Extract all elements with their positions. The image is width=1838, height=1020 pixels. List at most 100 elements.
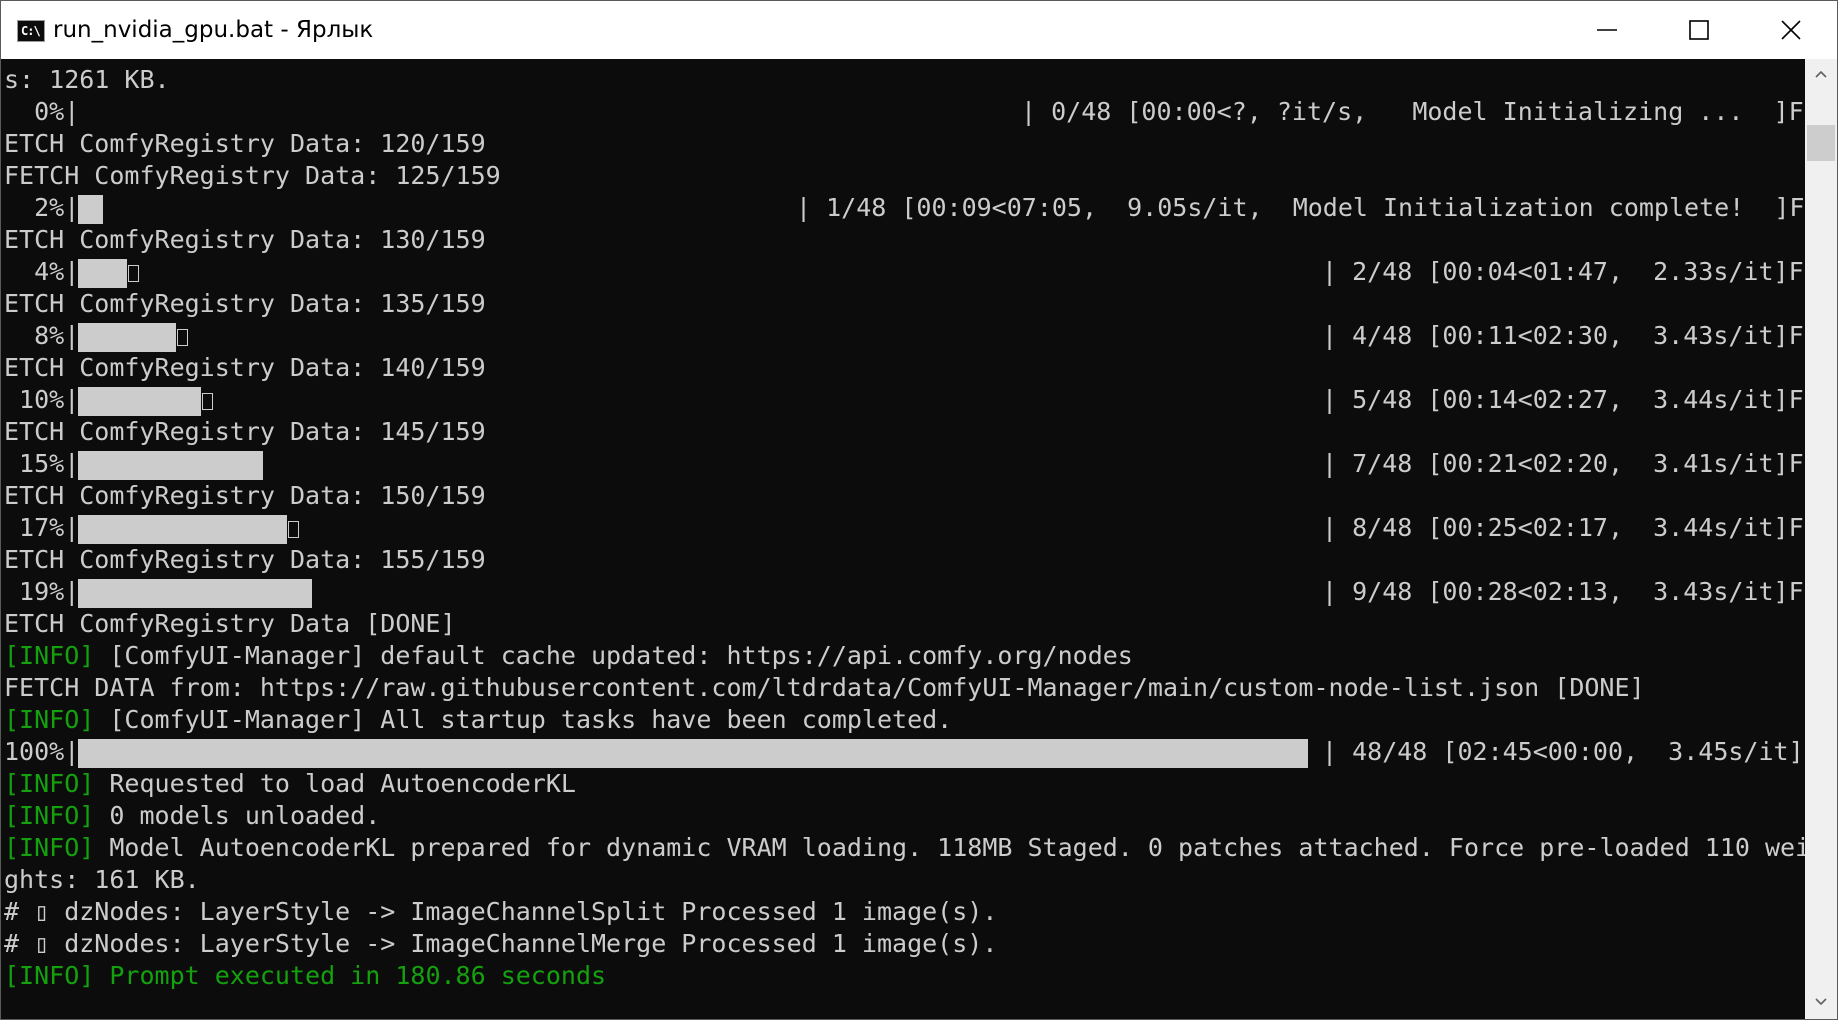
log-text: Prompt executed in 180.86 seconds <box>94 961 607 990</box>
minimize-button[interactable] <box>1561 1 1653 59</box>
maximize-icon <box>1689 20 1709 40</box>
progress-line: 10%| | 5/48 [00:14<02:27, 3.44s/it]F <box>4 384 1804 416</box>
minimize-icon <box>1597 29 1617 31</box>
progress-bar-fill <box>78 259 127 288</box>
log-text: ETCH ComfyRegistry Data: 150/159 <box>4 481 486 510</box>
info-log-line: [INFO] [ComfyUI-Manager] All startup tas… <box>4 704 1804 736</box>
info-tag: [INFO] <box>4 705 95 734</box>
progress-stats: | 7/48 [00:21<02:20, 3.41s/it]F <box>1322 449 1804 478</box>
log-line: FETCH DATA from: https://raw.githubuserc… <box>4 672 1804 704</box>
log-text: ETCH ComfyRegistry Data: 140/159 <box>4 353 486 382</box>
progress-bar-fill <box>78 387 201 416</box>
log-text: ghts: 161 KB. <box>4 865 200 894</box>
progress-bar-fill <box>78 579 312 608</box>
info-tag: [INFO] <box>4 769 95 798</box>
vertical-scrollbar[interactable] <box>1805 59 1837 1019</box>
info-tag: [INFO] <box>4 801 95 830</box>
log-line: ETCH ComfyRegistry Data [DONE] <box>4 608 1804 640</box>
progress-line: 19%| | 9/48 [00:28<02:13, 3.43s/it]F <box>4 576 1804 608</box>
cmd-app-icon[interactable]: C:\ <box>17 20 45 42</box>
progress-percent: 100%| <box>4 737 80 766</box>
scroll-thumb[interactable] <box>1807 125 1835 161</box>
log-line: ETCH ComfyRegistry Data: 145/159 <box>4 416 1804 448</box>
log-text: # ▯ dzNodes: LayerStyle -> ImageChannelM… <box>4 929 998 958</box>
progress-percent: 0%| <box>4 97 80 126</box>
log-line: ETCH ComfyRegistry Data: 130/159 <box>4 224 1804 256</box>
log-line: # ▯ dzNodes: LayerStyle -> ImageChannelM… <box>4 928 1804 960</box>
log-text: # ▯ dzNodes: LayerStyle -> ImageChannelS… <box>4 897 998 926</box>
info-log-line: [INFO] [ComfyUI-Manager] default cache u… <box>4 640 1804 672</box>
log-line: ETCH ComfyRegistry Data: 150/159 <box>4 480 1804 512</box>
progress-line: 15%| | 7/48 [00:21<02:20, 3.41s/it]F <box>4 448 1804 480</box>
progress-stats: | 5/48 [00:14<02:27, 3.44s/it]F <box>1322 385 1804 414</box>
scroll-down-button[interactable] <box>1805 987 1837 1019</box>
progress-percent: 8%| <box>4 321 80 350</box>
progress-line: 4%| | 2/48 [00:04<01:47, 2.33s/it]F <box>4 256 1804 288</box>
progress-percent: 10%| <box>4 385 80 414</box>
progress-stats: | 2/48 [00:04<01:47, 2.33s/it]F <box>1322 257 1804 286</box>
info-tag: [INFO] <box>4 961 95 990</box>
progress-line: 2%| | 1/48 [00:09<07:05, 9.05s/it, Model … <box>4 192 1804 224</box>
scroll-up-arrow-icon <box>1815 70 1827 78</box>
progress-line: 17%| | 8/48 [00:25<02:17, 3.44s/it]F <box>4 512 1804 544</box>
log-text: Model AutoencoderKL prepared for dynamic… <box>94 833 1811 862</box>
log-line: ghts: 161 KB. <box>4 864 1804 896</box>
console-window: C:\ run_nvidia_gpu.bat - Ярлык s: 1261 K… <box>0 0 1838 1020</box>
log-text: ETCH ComfyRegistry Data: 145/159 <box>4 417 486 446</box>
progress-line: 0%| | 0/48 [00:00<?, ?it/s, Model Initial… <box>4 96 1804 128</box>
progress-stats: | 48/48 [02:45<00:00, 3.45s/it] <box>1322 737 1804 766</box>
progress-percent: 17%| <box>4 513 80 542</box>
title-bar[interactable]: C:\ run_nvidia_gpu.bat - Ярлык <box>1 1 1837 59</box>
progress-percent: 15%| <box>4 449 80 478</box>
progress-percent: 4%| <box>4 257 80 286</box>
log-line: s: 1261 KB. <box>4 64 1804 96</box>
log-text: ETCH ComfyRegistry Data: 155/159 <box>4 545 486 574</box>
close-icon <box>1781 20 1801 40</box>
log-text: Requested to load AutoencoderKL <box>94 769 576 798</box>
progress-bar-fill <box>78 739 1308 768</box>
cmd-app-icon-text: C:\ <box>21 24 41 38</box>
progress-percent: 19%| <box>4 577 80 606</box>
info-log-line: [INFO] Requested to load AutoencoderKL <box>4 768 1804 800</box>
log-line: ETCH ComfyRegistry Data: 120/159 <box>4 128 1804 160</box>
log-text: 0 models unloaded. <box>94 801 381 830</box>
info-tag: [INFO] <box>4 641 95 670</box>
log-text: ETCH ComfyRegistry Data: 130/159 <box>4 225 486 254</box>
close-button[interactable] <box>1745 1 1837 59</box>
maximize-button[interactable] <box>1653 1 1745 59</box>
log-text: [ComfyUI-Manager] All startup tasks have… <box>94 705 953 734</box>
progress-line: 100%| | 48/48 [02:45<00:00, 3.45s/it] <box>4 736 1804 768</box>
info-tag: [INFO] <box>4 833 95 862</box>
log-text: s: 1261 KB. <box>4 65 170 94</box>
info-log-line: [INFO] Model AutoencoderKL prepared for … <box>4 832 1810 864</box>
progress-stats: | 0/48 [00:00<?, ?it/s, Model Initializi… <box>1021 97 1804 126</box>
missing-glyph-box <box>128 265 139 282</box>
progress-stats: | 1/48 [00:09<07:05, 9.05s/it, Model Ini… <box>796 193 1805 222</box>
log-text: ETCH ComfyRegistry Data [DONE] <box>4 609 456 638</box>
log-text: ETCH ComfyRegistry Data: 135/159 <box>4 289 486 318</box>
progress-bar-fill <box>78 323 176 352</box>
missing-glyph-box <box>177 329 188 346</box>
log-text: FETCH ComfyRegistry Data: 125/159 <box>4 161 501 190</box>
progress-stats: | 8/48 [00:25<02:17, 3.44s/it]F <box>1322 513 1804 542</box>
missing-glyph-box <box>202 393 213 410</box>
log-line: # ▯ dzNodes: LayerStyle -> ImageChannelS… <box>4 896 1804 928</box>
log-text: FETCH DATA from: https://raw.githubuserc… <box>4 673 1645 702</box>
progress-bar-fill <box>78 515 287 544</box>
progress-line: 8%| | 4/48 [00:11<02:30, 3.43s/it]F <box>4 320 1804 352</box>
progress-percent: 2%| <box>4 193 80 222</box>
window-title: run_nvidia_gpu.bat - Ярлык <box>53 17 374 43</box>
log-line: ETCH ComfyRegistry Data: 135/159 <box>4 288 1804 320</box>
log-text: [ComfyUI-Manager] default cache updated:… <box>94 641 1133 670</box>
progress-stats: | 4/48 [00:11<02:30, 3.43s/it]F <box>1322 321 1804 350</box>
console-output[interactable]: s: 1261 KB. 0%| | 0/48 [00:00<?, ?it/s, M… <box>1 59 1810 1019</box>
scroll-down-arrow-icon <box>1815 998 1827 1006</box>
log-line: ETCH ComfyRegistry Data: 140/159 <box>4 352 1804 384</box>
scroll-up-button[interactable] <box>1805 59 1837 91</box>
log-text: ETCH ComfyRegistry Data: 120/159 <box>4 129 486 158</box>
progress-bar-fill <box>78 195 103 224</box>
missing-glyph-box <box>288 521 299 538</box>
info-log-line: [INFO] 0 models unloaded. <box>4 800 1804 832</box>
log-line: ETCH ComfyRegistry Data: 155/159 <box>4 544 1804 576</box>
log-line: FETCH ComfyRegistry Data: 125/159 <box>4 160 1804 192</box>
